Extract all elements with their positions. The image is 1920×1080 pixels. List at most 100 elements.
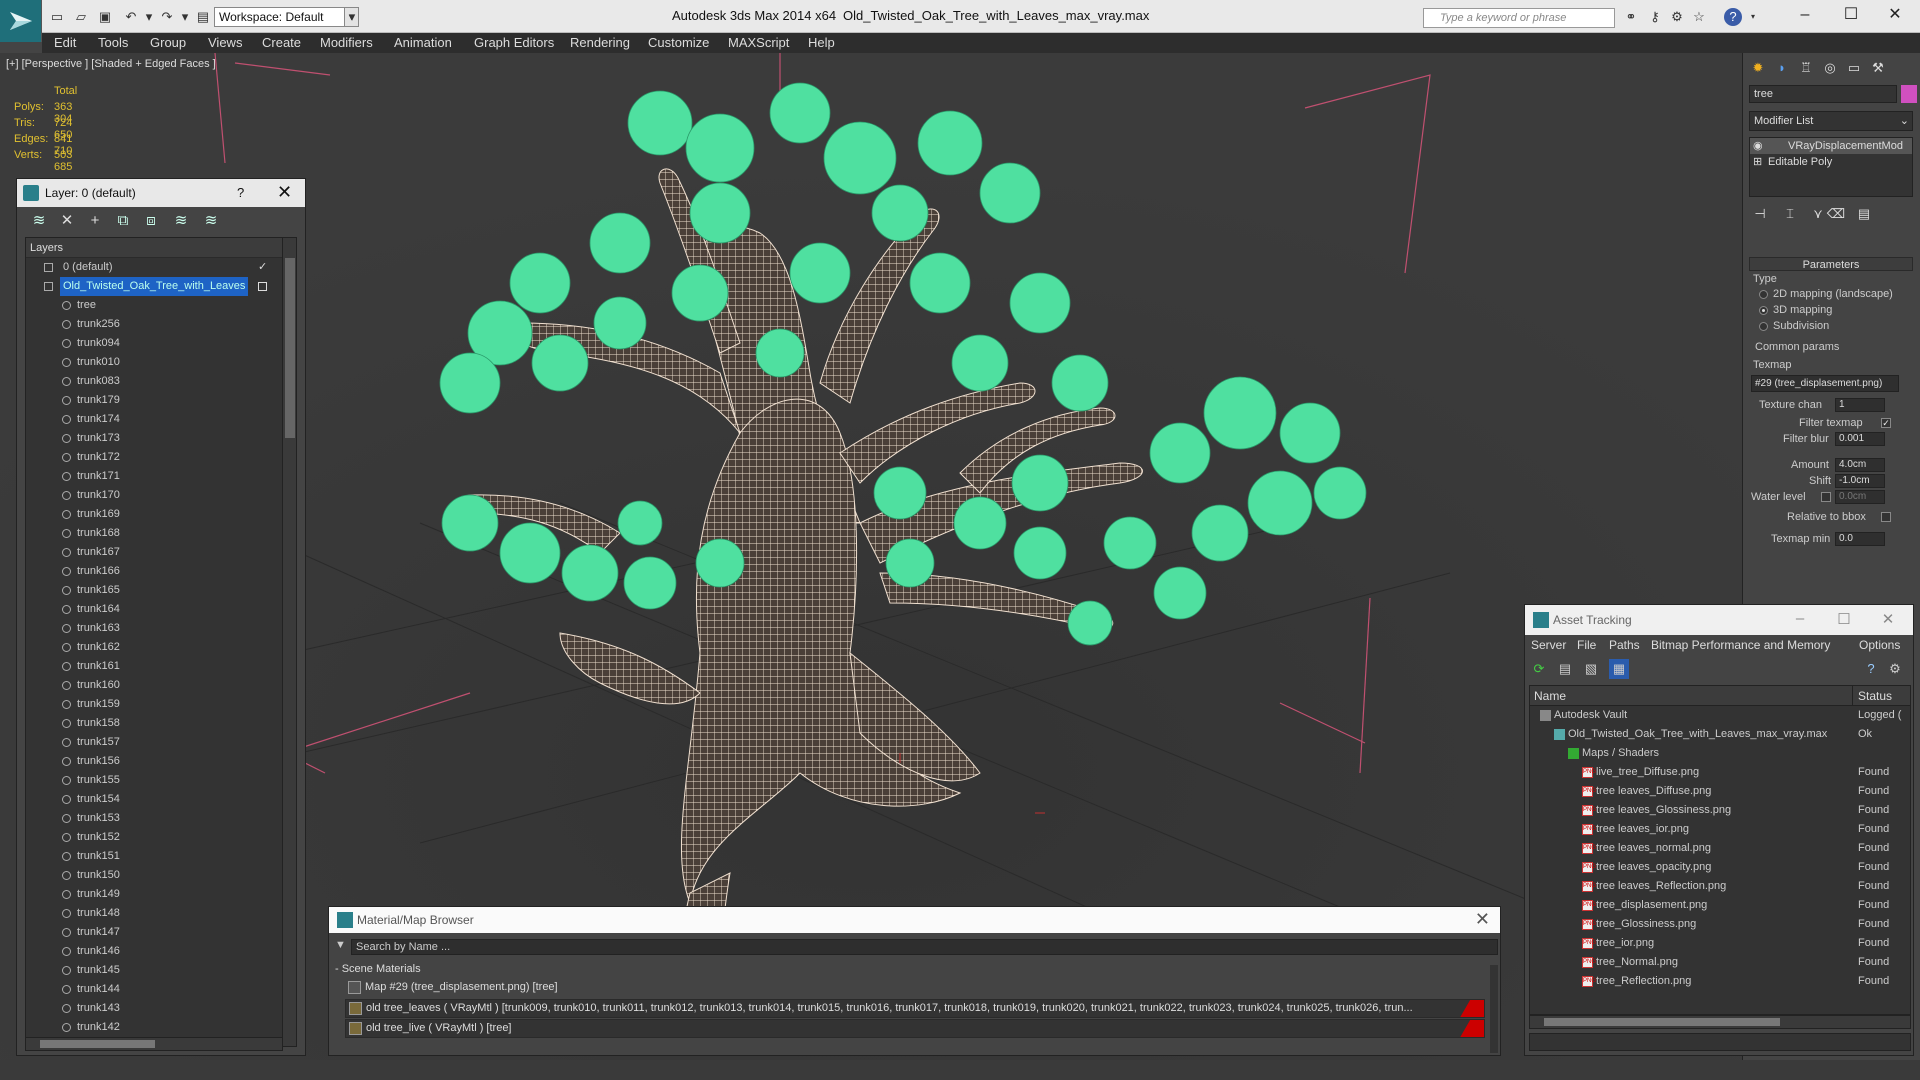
menu-views[interactable]: Views xyxy=(208,35,242,50)
layer-row[interactable]: 0 (default) ✓ xyxy=(26,258,296,277)
asset-row[interactable]: PNG tree leaves_Reflection.png Found xyxy=(1530,877,1910,896)
stack-item-editable-poly[interactable]: ⊞ Editable Poly xyxy=(1750,154,1912,170)
amount-spinner[interactable]: 4.0cm xyxy=(1835,458,1885,472)
help-icon[interactable]: ? xyxy=(1724,8,1742,26)
layer-object-row[interactable]: trunk172 xyxy=(26,448,296,467)
browser-options-icon[interactable]: ▼ xyxy=(335,939,346,951)
pin-stack-icon[interactable]: ⊣ xyxy=(1749,203,1771,225)
layer-object-row[interactable]: trunk151 xyxy=(26,847,296,866)
layer-object-row[interactable]: trunk083 xyxy=(26,372,296,391)
layer-object-row[interactable]: trunk171 xyxy=(26,467,296,486)
layer-object-row[interactable]: trunk169 xyxy=(26,505,296,524)
modifier-list-dropdown[interactable]: Modifier List ⌄ xyxy=(1749,111,1913,131)
maximize-button[interactable]: ☐ xyxy=(1836,4,1866,26)
binoculars-icon[interactable]: ⚭ xyxy=(1622,8,1640,26)
layer-object-row[interactable]: trunk145 xyxy=(26,961,296,980)
asset-row[interactable]: PNG tree leaves_normal.png Found xyxy=(1530,839,1910,858)
project-folder-icon[interactable]: ▤ xyxy=(194,8,212,26)
column-name[interactable]: Name xyxy=(1534,689,1566,703)
layer-object-row[interactable]: trunk146 xyxy=(26,942,296,961)
search-input[interactable]: Type a keyword or phrase xyxy=(1423,8,1615,28)
layer-object-row[interactable]: trunk144 xyxy=(26,980,296,999)
layer-object-row[interactable]: trunk161 xyxy=(26,657,296,676)
layer-vertical-scrollbar[interactable] xyxy=(282,238,296,1046)
hide-all-layers-icon[interactable]: ≋ xyxy=(171,211,191,231)
current-layer-check-icon[interactable]: ✓ xyxy=(258,258,267,277)
table-view-icon[interactable]: ▦ xyxy=(1609,659,1629,679)
key-icon[interactable]: ⚷ xyxy=(1646,8,1664,26)
remove-modifier-icon[interactable]: ⌫ xyxy=(1825,203,1847,225)
asset-row[interactable]: PNG tree_Normal.png Found xyxy=(1530,953,1910,972)
menu-modifiers[interactable]: Modifiers xyxy=(320,35,373,50)
layer-object-row[interactable]: trunk153 xyxy=(26,809,296,828)
asset-row[interactable]: Maps / Shaders xyxy=(1530,744,1910,763)
layer-object-row[interactable]: trunk162 xyxy=(26,638,296,657)
column-divider[interactable] xyxy=(1852,686,1853,706)
connect-icon[interactable]: ⚙ xyxy=(1668,8,1686,26)
menu-maxscript[interactable]: MAXScript xyxy=(728,35,789,50)
modify-tab-icon[interactable]: ◗ xyxy=(1771,57,1793,79)
menu-file[interactable]: File xyxy=(1577,638,1596,652)
texmap-min-spinner[interactable]: 0.0 xyxy=(1835,532,1885,546)
layer-object-row[interactable]: tree xyxy=(26,296,296,315)
utilities-tab-icon[interactable]: ⚒ xyxy=(1867,57,1889,79)
asset-tracking-header[interactable]: Asset Tracking – ☐ ✕ xyxy=(1525,605,1913,635)
asset-row[interactable]: PNG tree_displasement.png Found xyxy=(1530,896,1910,915)
layer-object-row[interactable]: trunk174 xyxy=(26,410,296,429)
menu-options[interactable]: Options xyxy=(1859,638,1900,652)
freeze-all-layers-icon[interactable]: ≋ xyxy=(201,211,221,231)
redo-dropdown-icon[interactable]: ▾ xyxy=(176,8,194,26)
asset-row[interactable]: Old_Twisted_Oak_Tree_with_Leaves_max_vra… xyxy=(1530,725,1910,744)
layer-object-row[interactable]: trunk164 xyxy=(26,600,296,619)
layer-object-row[interactable]: trunk173 xyxy=(26,429,296,448)
menu-rendering[interactable]: Rendering xyxy=(570,35,630,50)
shift-spinner[interactable]: -1.0cm xyxy=(1835,474,1885,488)
asset-table[interactable]: Name Status Autodesk Vault Logged (Old_Tw… xyxy=(1529,685,1911,1015)
menu-server[interactable]: Server xyxy=(1531,638,1566,652)
delete-layer-icon[interactable]: ✕ xyxy=(57,211,77,231)
modifier-stack[interactable]: ◉ VRayDisplacementMod ⊞ Editable Poly xyxy=(1749,137,1913,197)
close-button[interactable]: ✕ xyxy=(277,182,292,203)
layer-object-row[interactable]: trunk167 xyxy=(26,543,296,562)
menu-customize[interactable]: Customize xyxy=(648,35,709,50)
show-end-result-icon[interactable]: ⌶ xyxy=(1779,203,1801,225)
minimize-button[interactable]: – xyxy=(1790,4,1820,26)
create-layer-icon[interactable]: ≋ xyxy=(29,211,49,231)
layer-object-row[interactable]: trunk166 xyxy=(26,562,296,581)
radio-subdivision[interactable] xyxy=(1759,322,1768,331)
close-button[interactable]: ✕ xyxy=(1880,4,1910,26)
asset-row[interactable]: PNG live_tree_Diffuse.png Found xyxy=(1530,763,1910,782)
filter-texmap-checkbox[interactable]: ✓ xyxy=(1881,418,1891,428)
radio-3d-mapping[interactable] xyxy=(1759,306,1768,315)
save-icon[interactable]: ▣ xyxy=(96,8,114,26)
favorites-icon[interactable]: ☆ xyxy=(1690,8,1708,26)
layer-object-row[interactable]: trunk158 xyxy=(26,714,296,733)
app-logo-button[interactable] xyxy=(0,0,42,42)
layer-object-row[interactable]: trunk142 xyxy=(26,1018,296,1037)
menu-create[interactable]: Create xyxy=(262,35,301,50)
search-by-name-input[interactable]: Search by Name ... xyxy=(351,939,1498,955)
layer-object-row[interactable]: trunk155 xyxy=(26,771,296,790)
layer-object-row[interactable]: trunk154 xyxy=(26,790,296,809)
select-objects-icon[interactable]: ⧉ xyxy=(113,211,133,231)
options-icon[interactable]: ⚙ xyxy=(1885,659,1905,679)
texture-chan-spinner[interactable]: 1 xyxy=(1835,398,1885,412)
refresh-icon[interactable]: ⟳ xyxy=(1529,659,1549,679)
layers-column-header[interactable]: Layers xyxy=(26,238,296,258)
material-browser-scrollbar[interactable] xyxy=(1490,965,1498,1053)
menu-graph-editors[interactable]: Graph Editors xyxy=(474,35,554,50)
layer-object-row[interactable]: trunk010 xyxy=(26,353,296,372)
asset-row[interactable]: PNG tree_Glossiness.png Found xyxy=(1530,915,1910,934)
menu-edit[interactable]: Edit xyxy=(54,35,76,50)
thumbnail-view-icon[interactable]: ▧ xyxy=(1581,659,1601,679)
object-name-field[interactable]: tree xyxy=(1749,85,1897,103)
undo-icon[interactable]: ↶ xyxy=(122,8,140,26)
display-tab-icon[interactable]: ▭ xyxy=(1843,57,1865,79)
menu-help[interactable]: Help xyxy=(808,35,835,50)
layer-window-header[interactable]: Layer: 0 (default) ? ✕ xyxy=(17,179,305,207)
asset-row[interactable]: PNG tree leaves_Diffuse.png Found xyxy=(1530,782,1910,801)
layer-object-row[interactable]: trunk149 xyxy=(26,885,296,904)
water-level-checkbox[interactable] xyxy=(1821,492,1831,502)
layer-object-row[interactable]: trunk179 xyxy=(26,391,296,410)
hierarchy-tab-icon[interactable]: ♖ xyxy=(1795,57,1817,79)
